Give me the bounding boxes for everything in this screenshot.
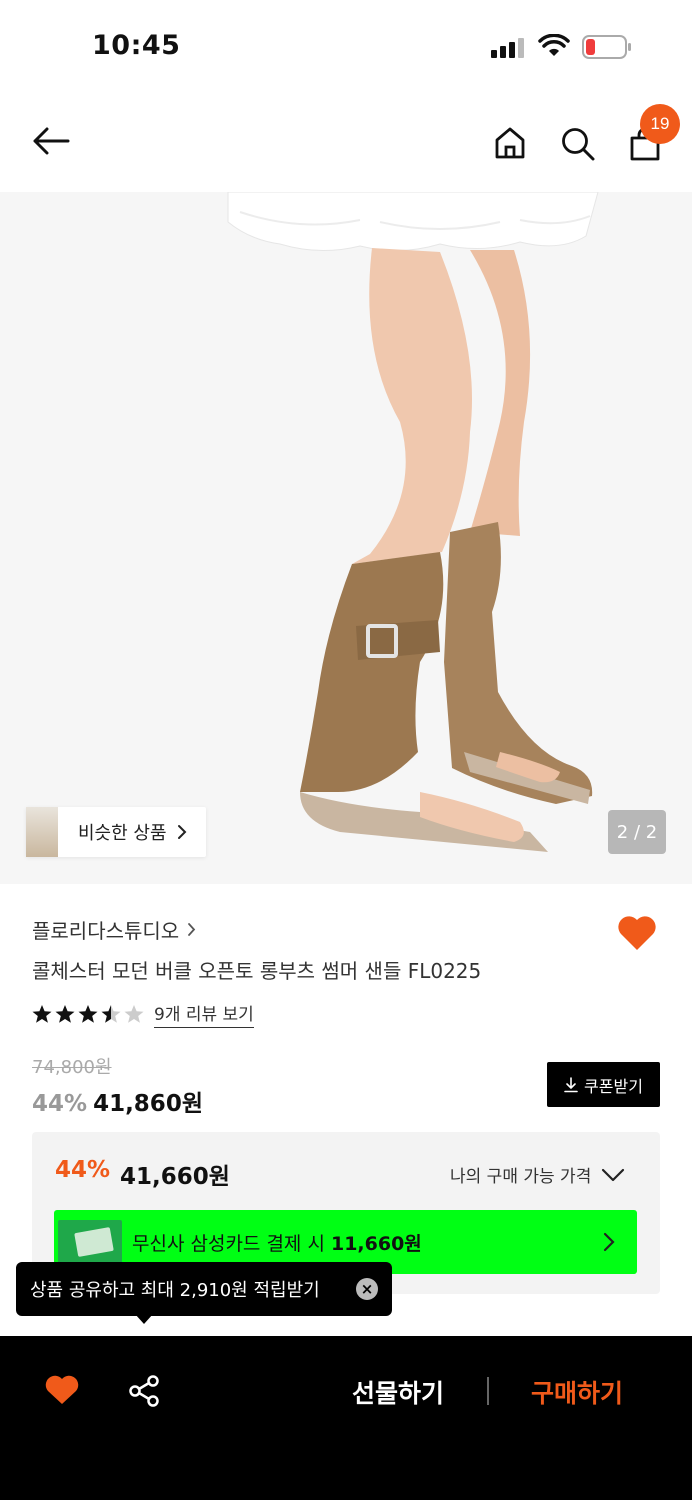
product-image[interactable] [0, 192, 692, 884]
benefit-rate: 44% [55, 1157, 111, 1183]
similar-product-thumbnail [26, 807, 58, 857]
image-page-indicator: 2 / 2 [608, 810, 666, 854]
status-time: 10:45 [92, 30, 181, 61]
back-arrow-icon[interactable] [32, 126, 70, 156]
star-rating-icon [32, 1005, 144, 1023]
sale-price-row: 44% 41,860원 [32, 1084, 203, 1118]
brand-name: 플로리다스튜디오 [32, 919, 180, 943]
similar-products-button[interactable]: 비슷한 상품 [26, 807, 206, 857]
card-thumbnail [58, 1220, 122, 1264]
similar-products-label: 비슷한 상품 [78, 823, 167, 844]
coupon-label: 쿠폰받기 [584, 1078, 643, 1096]
share-reward-tooltip: 상품 공유하고 최대 2,910원 적립받기 × [16, 1262, 392, 1316]
bottom-action-bar: 선물하기 구매하기 [0, 1336, 692, 1500]
brand-link[interactable]: 플로리다스튜디오 [32, 915, 196, 944]
my-price-label: 나의 구매 가능 가격 [450, 1167, 592, 1187]
product-title: 콜체스터 모던 버클 오픈토 롱부츠 썸머 샌들 FL0225 [32, 959, 482, 983]
product-photo [0, 192, 692, 884]
sale-price: 41,860원 [93, 1091, 203, 1117]
chevron-down-icon [602, 1168, 625, 1181]
sale-rate: 44% [32, 1091, 88, 1117]
tooltip-text: 상품 공유하고 최대 2,910원 적립받기 [30, 1280, 320, 1301]
cellular-signal-icon [491, 38, 527, 58]
original-price: 74,800원 [32, 1057, 112, 1078]
favorite-heart-icon[interactable] [616, 914, 658, 952]
wifi-icon [538, 34, 570, 56]
close-icon[interactable]: × [356, 1278, 378, 1300]
coupon-download-button[interactable]: 쿠폰받기 [547, 1062, 660, 1107]
my-price-toggle[interactable]: 나의 구매 가능 가격 [450, 1162, 625, 1187]
benefit-price: 41,660원 [120, 1164, 230, 1190]
cart-count-badge: 19 [640, 104, 680, 144]
divider [487, 1377, 489, 1405]
status-bar: 10:45 [0, 0, 692, 92]
battery-icon [582, 35, 631, 59]
card-promo-text: 무신사 삼성카드 결제 시 11,660원 [132, 1232, 422, 1255]
search-icon[interactable] [560, 126, 596, 162]
chevron-right-icon [177, 825, 186, 839]
share-icon[interactable] [128, 1374, 160, 1408]
chevron-right-icon [603, 1232, 615, 1252]
download-icon [564, 1076, 578, 1092]
buy-button[interactable]: 구매하기 [508, 1368, 646, 1416]
top-navigation [0, 92, 692, 192]
home-icon[interactable] [494, 126, 526, 160]
chevron-right-icon [188, 923, 196, 936]
like-heart-icon[interactable] [44, 1374, 80, 1406]
tooltip-tail [135, 1314, 153, 1324]
rating-row: 9개 리뷰 보기 [32, 1000, 254, 1028]
gift-button[interactable]: 선물하기 [330, 1368, 466, 1416]
review-link[interactable]: 9개 리뷰 보기 [154, 1000, 254, 1028]
